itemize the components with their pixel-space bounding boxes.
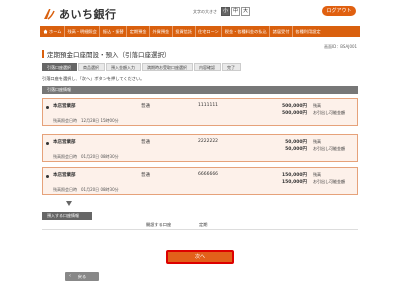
account-available: 150,000円 <box>282 180 307 185</box>
nav-item-label: ホーム <box>49 29 62 34</box>
balance-label: 残高 <box>313 103 321 108</box>
nav-item-balance[interactable]: 残高・明細照会 <box>65 26 101 37</box>
balance-inquiry-date: 残高照会日時 01月20日 08時30分 <box>53 154 119 159</box>
balance-inquiry-date: 残高照会日時 01月20日 08時30分 <box>53 187 119 192</box>
nav-item-notifications[interactable]: 諸届受付 <box>270 26 293 37</box>
account-card[interactable]: 本店営業部 普通 6666666 150,000円 残高 150,000円 お引… <box>42 167 358 195</box>
account-card[interactable]: 本店営業部 普通 1111111 500,000円 残高 500,000円 お引… <box>42 98 358 126</box>
account-branch: 本店営業部 <box>53 140 76 145</box>
balance-label: 残高 <box>313 172 321 177</box>
font-size-control: 文字の大きさ 小 中 大 <box>193 7 250 16</box>
nav-item-transfer[interactable]: 振込・振替 <box>100 26 128 37</box>
next-button[interactable]: 次へ <box>166 250 234 264</box>
progress-steps: 引落口座選択 商品選択 預入金額入力 満期時お受取口座選択 内容確認 完了 <box>42 63 242 71</box>
available-label: お引出し可能金額 <box>313 110 345 115</box>
logout-button[interactable]: ログアウト <box>322 6 356 16</box>
step-item: 商品選択 <box>78 63 105 71</box>
main-nav: ホーム 残高・明細照会 振込・振替 定期預金 外貨預金 投資信託 住宅ローン 税… <box>40 26 360 37</box>
font-size-label: 文字の大きさ <box>193 8 217 14</box>
account-available: 500,000円 <box>282 111 307 116</box>
step-item: 引落口座選択 <box>42 63 77 71</box>
home-icon <box>43 29 48 34</box>
arrow-down-icon <box>66 201 72 206</box>
destination-account-row: 開設する口座 定期 <box>42 220 358 230</box>
account-number: 2222222 <box>198 139 219 144</box>
selection-marker <box>46 142 49 145</box>
screen-id: 画面ID：BSAJ001 <box>324 44 358 49</box>
step-item: 内容確認 <box>194 63 221 71</box>
back-button-label: 戻る <box>77 274 87 279</box>
nav-item-foreign-deposit[interactable]: 外貨預金 <box>150 26 173 37</box>
instruction-text: 引落口座を選択し、「次へ」ボタンを押してください。 <box>42 76 145 81</box>
account-available: 50,000円 <box>285 147 307 152</box>
account-balance: 500,000円 <box>282 104 307 109</box>
nav-item-home[interactable]: ホーム <box>40 26 65 37</box>
available-label: お引出し可能金額 <box>313 179 345 184</box>
selection-marker <box>46 106 49 109</box>
account-branch: 本店営業部 <box>53 173 76 178</box>
step-item: 預入金額入力 <box>106 63 141 71</box>
nav-item-time-deposit[interactable]: 定期預金 <box>127 26 150 37</box>
account-type: 普通 <box>141 140 150 145</box>
back-button[interactable]: ‹ 戻る <box>65 272 99 281</box>
font-size-small-button[interactable]: 小 <box>221 7 230 16</box>
font-size-large-button[interactable]: 大 <box>241 7 250 16</box>
bank-logo[interactable]: あいち銀行 <box>42 6 117 22</box>
account-balance: 150,000円 <box>282 173 307 178</box>
balance-label: 残高 <box>313 139 321 144</box>
page-title-text: 定期預金口座開設・預入（引落口座選択） <box>47 51 171 59</box>
balance-inquiry-date: 残高照会日時 12月28日 15時00分 <box>53 118 119 123</box>
account-type: 普通 <box>141 173 150 178</box>
account-number: 6666666 <box>198 172 219 177</box>
destination-value: 定期 <box>199 222 208 227</box>
nav-item-housing-loan[interactable]: 住宅ローン <box>196 26 223 37</box>
destination-account-header: 預入する口座情報 <box>42 212 92 220</box>
nav-item-settings[interactable]: 各種利用設定 <box>293 26 323 37</box>
title-accent-bar <box>42 50 44 58</box>
page-title: 定期預金口座開設・預入（引落口座選択） <box>42 49 171 59</box>
destination-label: 開設する口座 <box>146 222 172 227</box>
font-size-medium-button[interactable]: 中 <box>231 7 240 16</box>
nav-item-investment-trust[interactable]: 投資信託 <box>173 26 196 37</box>
available-label: お引出し可能金額 <box>313 146 345 151</box>
account-number: 1111111 <box>198 103 219 108</box>
chevron-left-icon: ‹ <box>69 273 71 279</box>
step-item: 完了 <box>222 63 241 71</box>
step-item: 満期時お受取口座選択 <box>142 63 193 71</box>
bank-name: あいち銀行 <box>59 8 117 21</box>
source-account-header: 引落口座情報 <box>42 86 358 94</box>
nav-item-tax-payment[interactable]: 税金・各種料金の払込 <box>222 26 271 37</box>
account-card[interactable]: 本店営業部 普通 2222222 50,000円 残高 50,000円 お引出し… <box>42 134 358 162</box>
account-balance: 50,000円 <box>285 140 307 145</box>
bank-logo-icon <box>42 7 56 21</box>
account-type: 普通 <box>141 104 150 109</box>
account-branch: 本店営業部 <box>53 104 76 109</box>
selection-marker <box>46 175 49 178</box>
